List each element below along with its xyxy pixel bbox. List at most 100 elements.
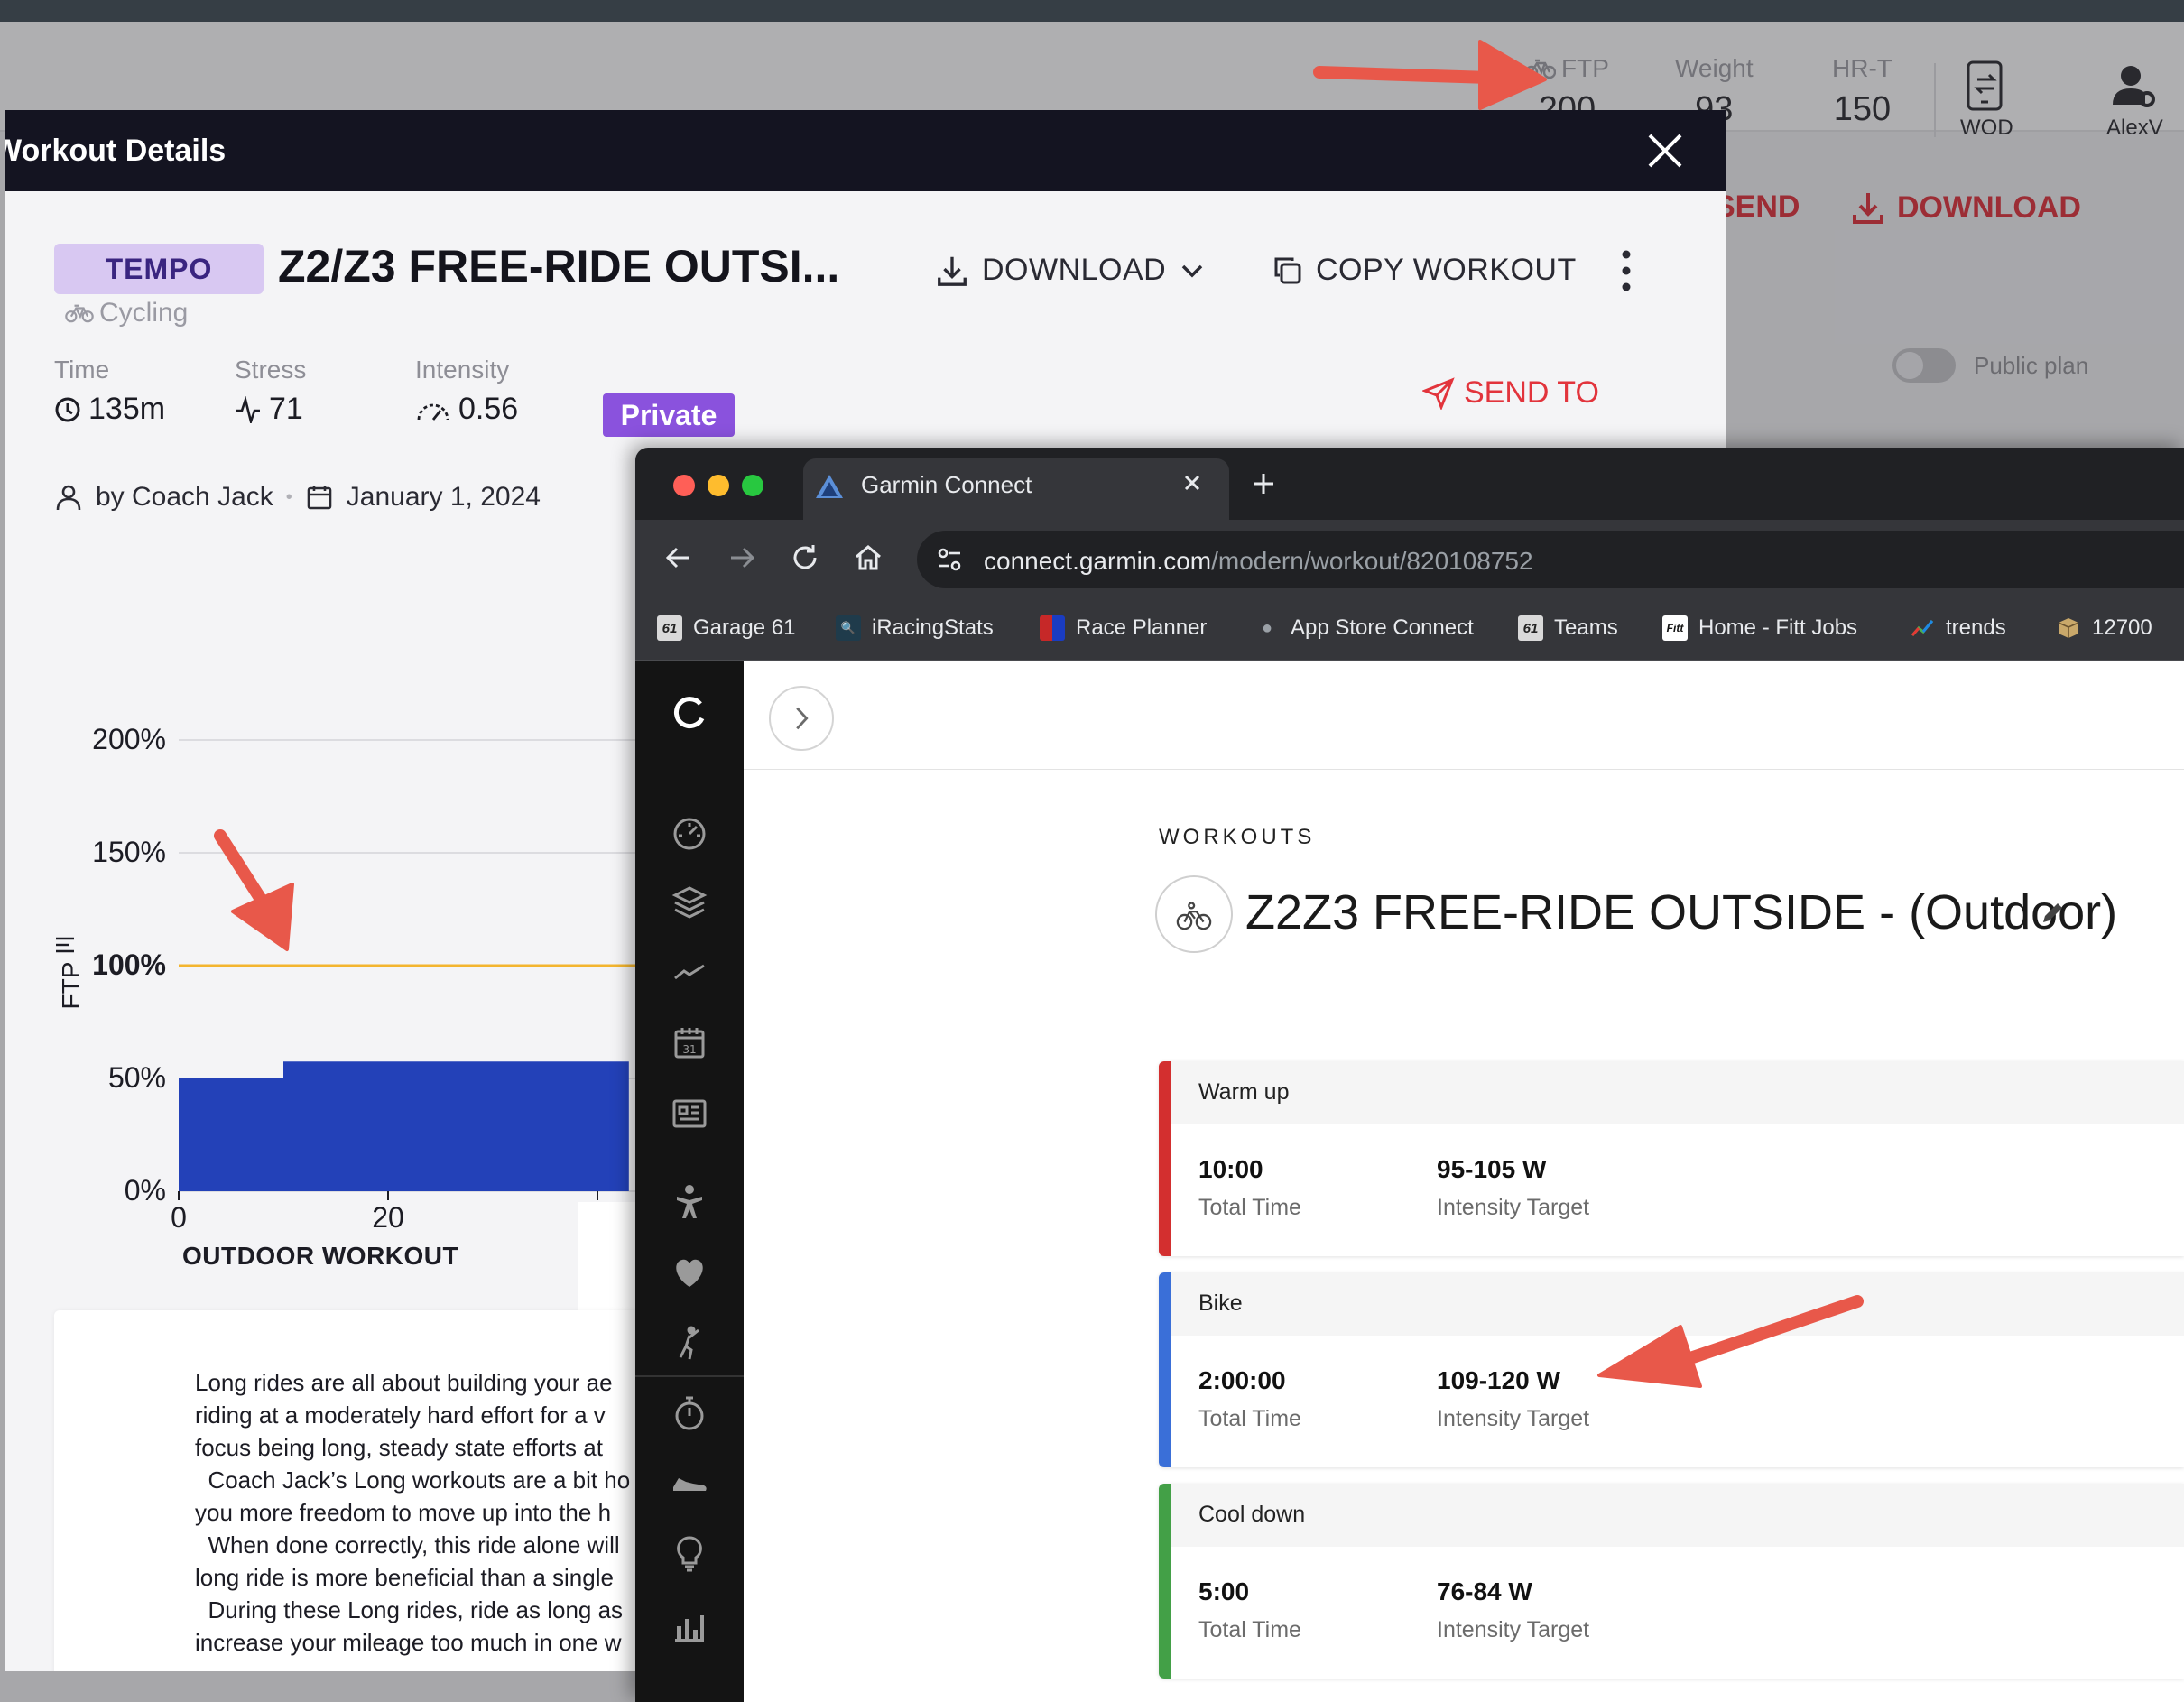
heart-icon[interactable] bbox=[670, 1253, 709, 1292]
bookmark-app-store-connect[interactable]: ● App Store Connect bbox=[1254, 615, 1474, 641]
step-target-label: Intensity Target bbox=[1437, 1617, 1590, 1642]
bookmark-12700[interactable]: 12700 bbox=[2056, 615, 2152, 641]
shoe-icon[interactable] bbox=[670, 1464, 709, 1503]
fitt-icon: Fitt bbox=[1662, 615, 1688, 641]
separator-dot: • bbox=[285, 486, 292, 507]
stopwatch-icon[interactable] bbox=[670, 1393, 709, 1433]
reports-chart-icon[interactable] bbox=[670, 1605, 709, 1644]
stat-time-label: Time bbox=[54, 356, 110, 384]
description-line: long ride is more beneficial than a sing… bbox=[195, 1564, 614, 1591]
description-line: When done correctly, this ride alone wil… bbox=[195, 1531, 620, 1559]
garmin-workout-title: Z2Z3 FREE-RIDE OUTSIDE - (Outdoor) bbox=[1245, 885, 2118, 939]
zoom-window-button[interactable] bbox=[742, 475, 763, 496]
step-header bbox=[1171, 1272, 2184, 1336]
calendar-icon[interactable]: 31 bbox=[670, 1023, 709, 1063]
chart-y-tick-label: 150% bbox=[92, 836, 166, 868]
new-tab-icon[interactable] bbox=[1249, 469, 1278, 498]
description-line: focus being long, steady state efforts a… bbox=[195, 1434, 603, 1461]
step-target: 95-105 W bbox=[1437, 1155, 1547, 1183]
workout-tag: TEMPO bbox=[54, 244, 264, 294]
stat-time: Time 135m bbox=[54, 356, 165, 427]
reload-icon[interactable] bbox=[789, 541, 821, 574]
chevron-right-icon[interactable] bbox=[769, 686, 834, 751]
activity-trend-icon[interactable] bbox=[670, 953, 709, 993]
step-target: 109-120 W bbox=[1437, 1366, 1560, 1394]
home-icon[interactable] bbox=[852, 541, 884, 574]
step-warm-up: Warm up 10:00 Total Time 95-105 W Intens… bbox=[1159, 1061, 2184, 1256]
calendar-icon bbox=[307, 486, 332, 510]
author-row: by Coach Jack • January 1, 2024 bbox=[54, 482, 541, 513]
step-target-label: Intensity Target bbox=[1437, 1406, 1590, 1431]
garmin-triangle-icon bbox=[816, 475, 843, 498]
step-duration: 2:00:00 bbox=[1198, 1366, 1286, 1394]
stat-stress-value: 71 bbox=[269, 392, 303, 426]
download-icon bbox=[938, 256, 967, 286]
description-line: increase your mileage too much in one w bbox=[195, 1629, 622, 1656]
send-to-button[interactable]: SEND TO bbox=[1422, 375, 1599, 411]
close-window-button[interactable] bbox=[673, 475, 695, 496]
workout-chart: 200%150%100%50%0% 02040 FTP bbox=[56, 723, 655, 1234]
news-feed-icon[interactable] bbox=[670, 1094, 709, 1133]
bookmark-label: App Store Connect bbox=[1291, 615, 1474, 640]
step-name: Bike bbox=[1198, 1290, 1243, 1316]
sidebar-divider bbox=[635, 1375, 744, 1377]
author-name: by Coach Jack bbox=[96, 482, 273, 512]
workout-name: Z2/Z3 FREE-RIDE OUTSI... bbox=[278, 241, 840, 291]
dashboard-icon[interactable] bbox=[670, 812, 709, 852]
back-arrow-icon[interactable] bbox=[662, 541, 695, 574]
garage61-icon: 61 bbox=[657, 615, 682, 641]
bookmark-trends[interactable]: trends bbox=[1910, 615, 2006, 641]
section-heading: OUTDOOR WORKOUT bbox=[182, 1242, 459, 1270]
person-fitness-icon[interactable] bbox=[670, 1182, 709, 1222]
description-line: riding at a moderately hard effort for a… bbox=[195, 1401, 606, 1429]
sport-label: Cycling bbox=[99, 298, 189, 328]
bookmark-race-planner[interactable]: Race Planner bbox=[1040, 615, 1207, 641]
bookmark-fitt-jobs[interactable]: Fitt Home - Fitt Jobs bbox=[1662, 615, 1857, 641]
description-line: you more freedom to move up into the h bbox=[195, 1499, 612, 1526]
layers-icon[interactable] bbox=[670, 883, 709, 922]
chart-y-tick-label: 0% bbox=[125, 1174, 166, 1207]
bookmark-label: Race Planner bbox=[1076, 615, 1208, 640]
step-duration: 10:00 bbox=[1198, 1155, 1263, 1183]
section-label: WORKOUTS bbox=[1159, 825, 1316, 849]
site-settings-icon[interactable] bbox=[933, 543, 966, 576]
bookmark-label: Home - Fitt Jobs bbox=[1698, 615, 1858, 640]
url-path: /modern/workout/820108752 bbox=[1211, 547, 1533, 575]
bookmark-teams[interactable]: 61 Teams bbox=[1518, 615, 1618, 641]
forward-arrow-icon[interactable] bbox=[726, 541, 758, 574]
download-dropdown[interactable]: DOWNLOAD bbox=[935, 253, 1206, 288]
golf-icon[interactable] bbox=[670, 1323, 709, 1363]
step-header bbox=[1171, 1061, 2184, 1124]
privacy-badge: Private bbox=[603, 393, 735, 437]
download-label: DOWNLOAD bbox=[982, 253, 1167, 287]
tab-title: Garmin Connect bbox=[861, 471, 1032, 498]
lightbulb-icon[interactable] bbox=[670, 1534, 709, 1574]
step-color-bar bbox=[1159, 1484, 1171, 1679]
copy-workout-button[interactable]: COPY WORKOUT bbox=[1272, 253, 1577, 288]
sport-type: Cycling bbox=[65, 298, 188, 328]
chevron-down-icon bbox=[1181, 264, 1203, 277]
url-text[interactable]: connect.garmin.com/modern/workout/820108… bbox=[984, 547, 1533, 576]
pencil-icon[interactable] bbox=[2040, 899, 2067, 926]
bookmark-garage-61[interactable]: 61 Garage 61 bbox=[657, 615, 795, 641]
more-options-icon[interactable] bbox=[1608, 244, 1644, 298]
bookmark-iracingstats[interactable]: 🔍 iRacingStats bbox=[836, 615, 994, 641]
chart-y-tick-label: 50% bbox=[108, 1061, 166, 1094]
close-tab-icon[interactable] bbox=[1180, 471, 1204, 495]
garmin-logo-icon[interactable] bbox=[670, 693, 709, 733]
clock-icon bbox=[55, 397, 80, 421]
cycling-icon bbox=[1155, 875, 1233, 953]
step-duration: 5:00 bbox=[1198, 1577, 1250, 1605]
chart-x-tick-label: 20 bbox=[372, 1201, 404, 1234]
garmin-sidebar: 31 bbox=[635, 661, 744, 1702]
magnifier-icon: 🔍 bbox=[836, 615, 861, 641]
gauge-icon bbox=[417, 403, 449, 421]
svg-text:31: 31 bbox=[682, 1043, 696, 1056]
step-duration-label: Total Time bbox=[1198, 1406, 1301, 1431]
pulse-icon bbox=[236, 395, 260, 423]
minimize-window-button[interactable] bbox=[708, 475, 729, 496]
ftp-axis-icon bbox=[56, 937, 74, 953]
step-cool-down: Cool down 5:00 Total Time 76-84 W Intens… bbox=[1159, 1484, 2184, 1679]
description-line: During these Long rides, ride as long as bbox=[195, 1596, 624, 1623]
close-icon[interactable] bbox=[1644, 130, 1686, 171]
